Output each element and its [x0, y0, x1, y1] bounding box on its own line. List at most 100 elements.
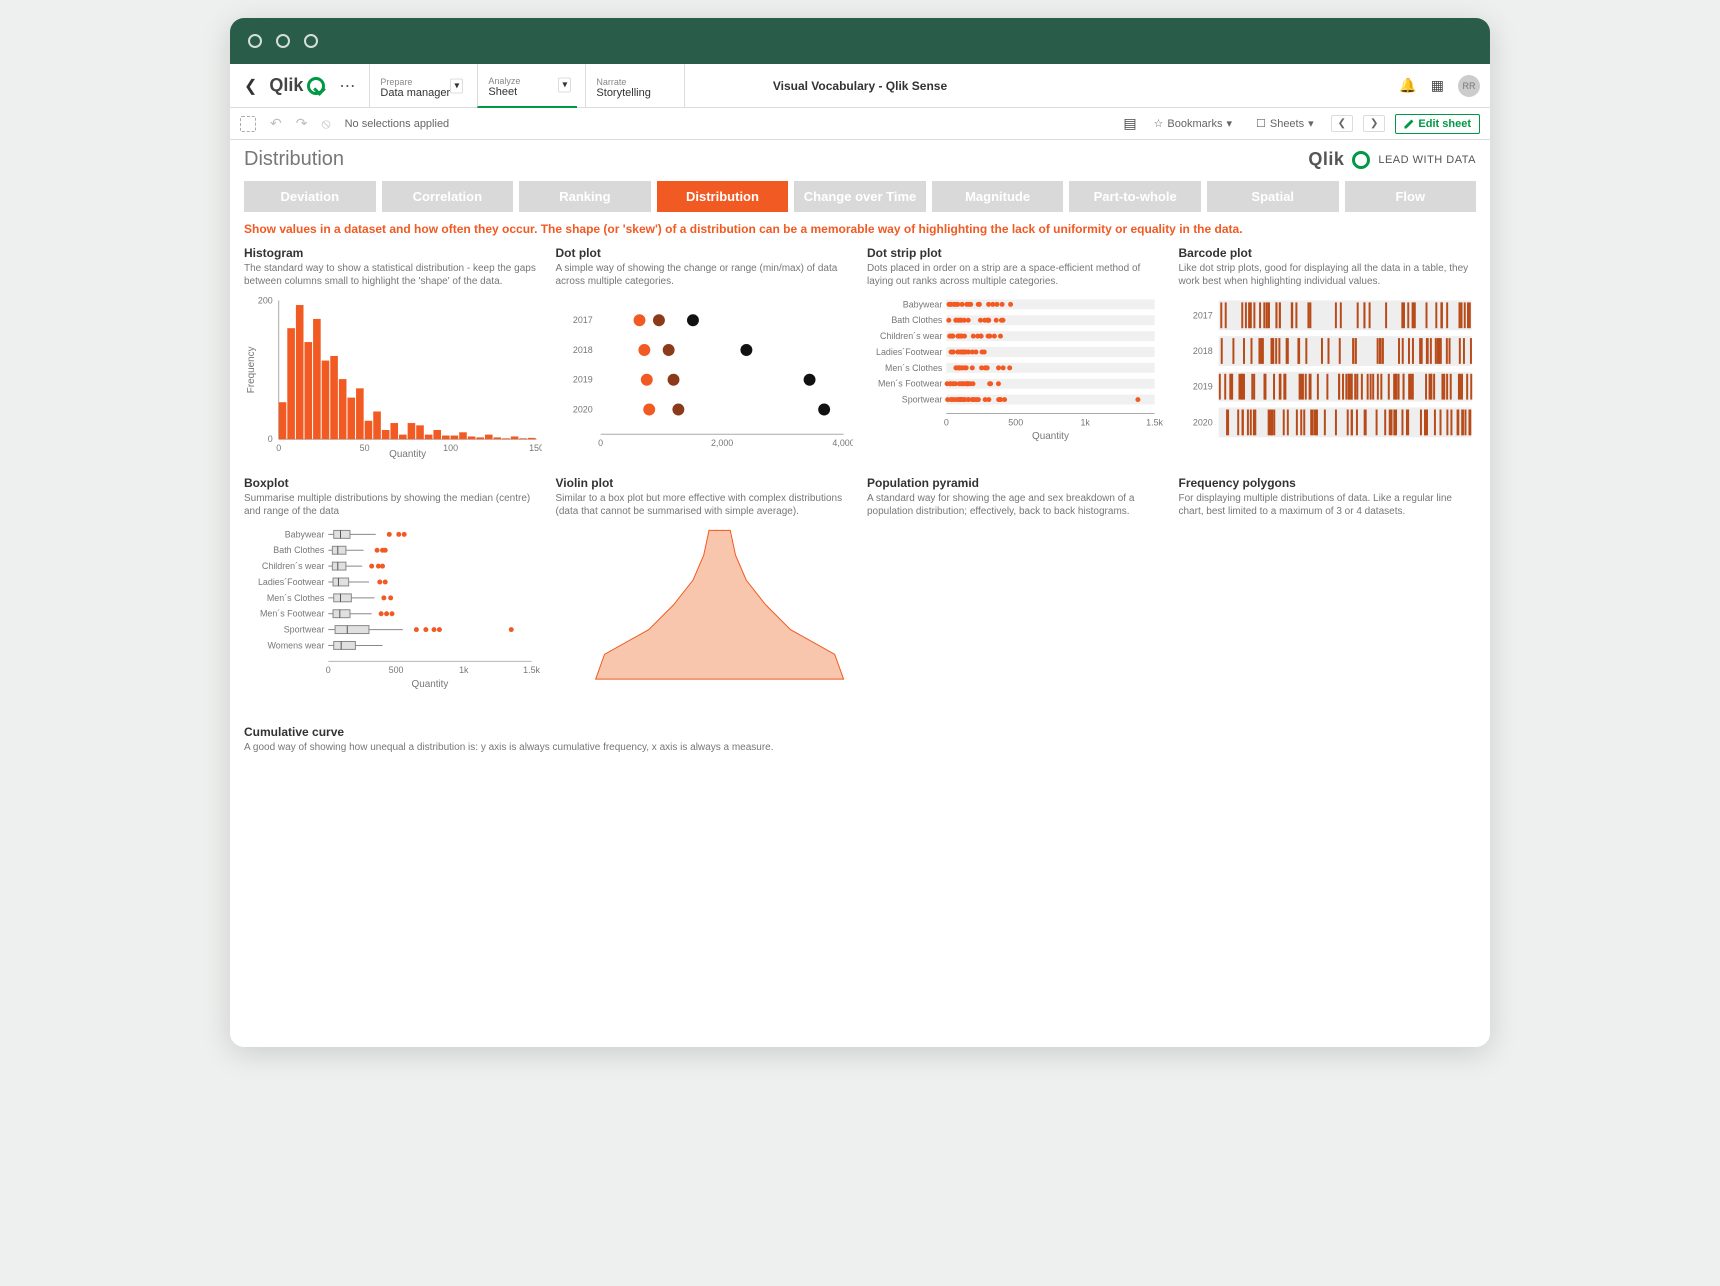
prev-sheet-button[interactable]: ❮	[1331, 115, 1353, 132]
no-selections-label: No selections applied	[345, 118, 450, 130]
category-tab-spatial[interactable]: Spatial	[1207, 181, 1339, 212]
card-desc: Similar to a box plot but more effective…	[556, 492, 854, 518]
chart-dotplot[interactable]: 201720182019202002,0004,000	[556, 288, 854, 462]
edit-sheet-label: Edit sheet	[1418, 118, 1471, 130]
card-title: Dot strip plot	[867, 246, 1165, 260]
chart-pyramid[interactable]	[867, 518, 1165, 711]
category-tab-magnitude[interactable]: Magnitude	[932, 181, 1064, 212]
mode-tab-analyze[interactable]: Analyze Sheet ▾	[477, 64, 577, 108]
bookmarks-menu[interactable]: ☆Bookmarks ▾	[1147, 114, 1239, 133]
card-desc: Summarise multiple distributions by show…	[244, 492, 542, 518]
svg-text:Children´s wear: Children´s wear	[262, 561, 324, 571]
svg-text:Men´s Clothes: Men´s Clothes	[885, 363, 943, 373]
svg-text:2020: 2020	[572, 404, 592, 414]
card-title: Frequency polygons	[1179, 476, 1477, 490]
chevron-down-icon[interactable]: ▾	[558, 77, 571, 92]
window-close-dot[interactable]	[248, 34, 262, 48]
category-tab-distribution[interactable]: Distribution	[657, 181, 789, 212]
mode-tab-value: Storytelling	[596, 87, 674, 99]
svg-text:Frequency: Frequency	[246, 346, 257, 393]
card-desc: For displaying multiple distributions of…	[1179, 492, 1477, 518]
card-barcode: Barcode plot Like dot strip plots, good …	[1179, 246, 1477, 462]
card-desc: A standard way for showing the age and s…	[867, 492, 1165, 518]
notifications-icon[interactable]: 🔔	[1399, 77, 1416, 94]
sheets-menu[interactable]: ☐Sheets ▾	[1249, 114, 1321, 133]
step-forward-icon[interactable]: ↷	[296, 115, 308, 132]
card-title: Histogram	[244, 246, 542, 260]
card-title: Cumulative curve	[244, 725, 853, 739]
svg-text:Babywear: Babywear	[903, 299, 943, 309]
chevron-down-icon: ▾	[1226, 117, 1232, 130]
chevron-down-icon[interactable]: ▾	[450, 78, 463, 93]
brand-tagline: Qlik LEAD WITH DATA	[1308, 149, 1476, 170]
mode-tab-narrate[interactable]: Narrate Storytelling	[585, 64, 685, 108]
svg-text:2018: 2018	[572, 345, 592, 355]
user-avatar[interactable]: RR	[1458, 75, 1480, 97]
category-tab-correlation[interactable]: Correlation	[382, 181, 514, 212]
svg-text:0: 0	[276, 443, 281, 453]
card-histogram: Histogram The standard way to show a sta…	[244, 246, 542, 462]
insight-advisor-icon[interactable]: ▤	[1123, 115, 1136, 132]
card-desc: Like dot strip plots, good for displayin…	[1179, 262, 1477, 288]
category-tab-part-to-whole[interactable]: Part-to-whole	[1069, 181, 1201, 212]
category-tab-change-over-time[interactable]: Change over Time	[794, 181, 926, 212]
next-sheet-button[interactable]: ❯	[1363, 115, 1385, 132]
brand-logo[interactable]: Qlik	[269, 75, 325, 96]
grid-apps-icon[interactable]: ▦	[1431, 77, 1444, 94]
card-title: Violin plot	[556, 476, 854, 490]
card-title: Barcode plot	[1179, 246, 1477, 260]
chart-cumulative[interactable]	[244, 767, 853, 1027]
card-boxplot: Boxplot Summarise multiple distributions…	[244, 476, 542, 711]
app-menu-button[interactable]: ⋯	[333, 76, 361, 96]
svg-text:500: 500	[1008, 417, 1023, 427]
chart-barcode[interactable]: 2017201820192020	[1179, 288, 1477, 462]
svg-text:2019: 2019	[1192, 382, 1212, 392]
svg-text:Men´s Footwear: Men´s Footwear	[260, 608, 324, 618]
svg-text:1k: 1k	[459, 665, 469, 675]
window-max-dot[interactable]	[304, 34, 318, 48]
svg-text:Quantity: Quantity	[411, 679, 448, 690]
app-window: ❮ Qlik ⋯ Prepare Data manager ▾ Analyze …	[230, 18, 1490, 1047]
edit-sheet-button[interactable]: Edit sheet	[1395, 114, 1480, 134]
svg-text:Men´s Footwear: Men´s Footwear	[878, 379, 942, 389]
app-bar: ❮ Qlik ⋯ Prepare Data manager ▾ Analyze …	[230, 64, 1490, 108]
chart-histogram[interactable]: 0501001500200QuantityFrequency	[244, 288, 542, 462]
card-dotplot: Dot plot A simple way of showing the cha…	[556, 246, 854, 462]
window-min-dot[interactable]	[276, 34, 290, 48]
svg-text:Sportwear: Sportwear	[284, 624, 325, 634]
chart-freqpoly[interactable]	[1179, 518, 1477, 711]
clear-selections-icon[interactable]: ⦸	[321, 115, 330, 132]
svg-text:0: 0	[598, 438, 603, 448]
chart-violin[interactable]	[556, 518, 854, 711]
svg-text:Ladies´Footwear: Ladies´Footwear	[258, 577, 324, 587]
step-back-icon[interactable]: ↶	[270, 115, 282, 132]
svg-text:2019: 2019	[572, 375, 592, 385]
back-button[interactable]: ❮	[240, 76, 261, 96]
mode-tab-value: Data manager	[380, 87, 459, 99]
category-tab-ranking[interactable]: Ranking	[519, 181, 651, 212]
chart-boxplot[interactable]: BabywearBath ClothesChildren´s wearLadie…	[244, 518, 542, 711]
mode-tab-prepare[interactable]: Prepare Data manager ▾	[369, 64, 469, 108]
brand-q-icon	[1352, 151, 1370, 169]
card-desc: A good way of showing how unequal a dist…	[244, 741, 853, 767]
svg-text:0: 0	[326, 665, 331, 675]
card-desc: Dots placed in order on a strip are a sp…	[867, 262, 1165, 288]
brand-logo-text: Qlik	[269, 75, 303, 96]
sheet-icon: ☐	[1256, 117, 1266, 130]
card-desc: A simple way of showing the change or ra…	[556, 262, 854, 288]
svg-text:500: 500	[389, 665, 404, 675]
selection-tool-icon[interactable]	[240, 116, 256, 132]
page-body: Distribution Qlik LEAD WITH DATA Deviati…	[230, 140, 1490, 1047]
category-tab-flow[interactable]: Flow	[1345, 181, 1477, 212]
svg-text:2018: 2018	[1192, 346, 1212, 356]
svg-text:200: 200	[258, 295, 273, 305]
svg-text:1k: 1k	[1080, 417, 1090, 427]
svg-text:100: 100	[443, 443, 458, 453]
selection-toolbar: ↶ ↷ ⦸ No selections applied ▤ ☆Bookmarks…	[230, 108, 1490, 140]
chart-dotstrip[interactable]: BabywearBath ClothesChildren´s wearLadie…	[867, 288, 1165, 462]
brand-q-icon	[307, 77, 325, 95]
category-tab-deviation[interactable]: Deviation	[244, 181, 376, 212]
svg-text:2017: 2017	[1192, 310, 1212, 320]
category-tabs: DeviationCorrelationRankingDistributionC…	[244, 181, 1476, 212]
card-cumulative: Cumulative curve A good way of showing h…	[244, 725, 853, 1027]
